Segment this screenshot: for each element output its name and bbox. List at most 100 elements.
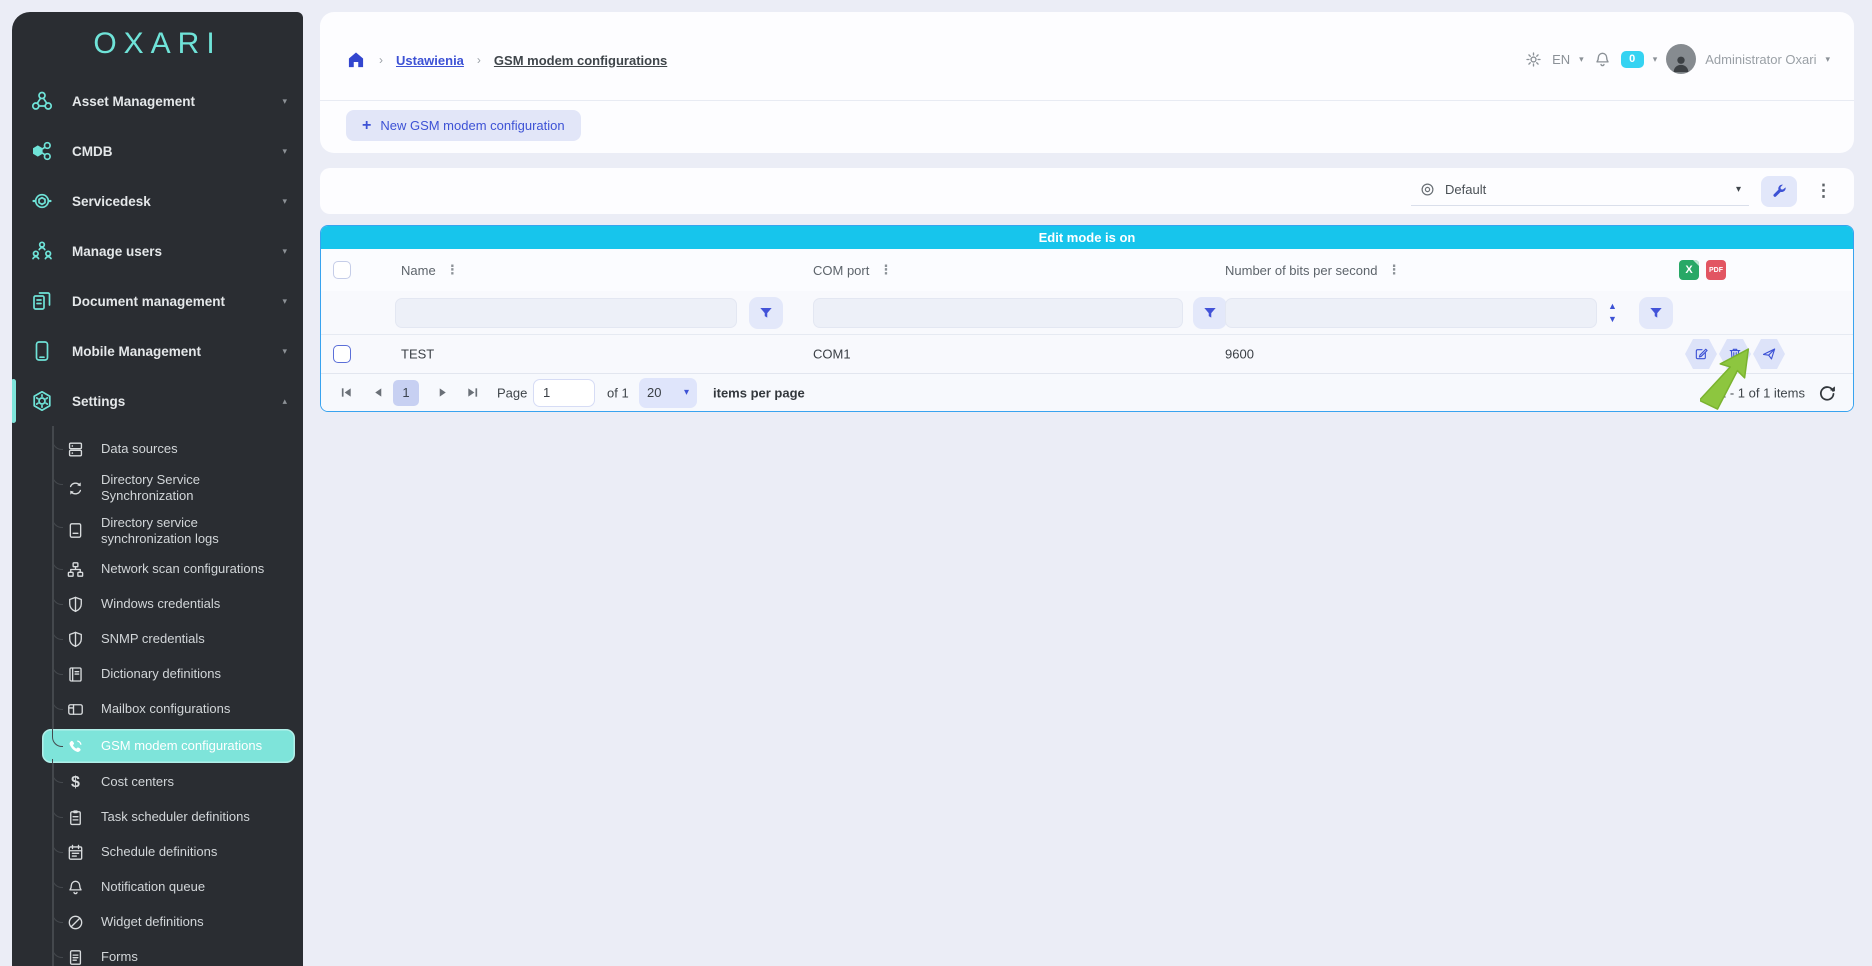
sidebar-item-label: Dictionary definitions <box>101 666 221 682</box>
documents-icon <box>30 289 54 313</box>
sidebar-item-gsm-modem-configurations[interactable]: GSM modem configurations <box>42 729 295 763</box>
column-menu-icon[interactable]: ⋮ <box>1387 262 1400 278</box>
breadcrumb-current[interactable]: GSM modem configurations <box>494 53 667 68</box>
next-page-button[interactable] <box>431 382 453 404</box>
user-avatar[interactable] <box>1666 44 1696 74</box>
sidebar-item-mailbox-configurations[interactable]: Mailbox configurations <box>12 692 303 727</box>
column-menu-icon[interactable]: ⋮ <box>446 262 459 278</box>
sidebar-item-label: Mailbox configurations <box>101 701 230 717</box>
column-header-com-port[interactable]: COM port ⋮ <box>813 262 892 278</box>
grid-settings-wrench-button[interactable] <box>1761 176 1797 207</box>
select-all-checkbox[interactable] <box>333 261 351 279</box>
language-selector[interactable]: EN <box>1552 52 1570 67</box>
table-header-row: Name ⋮ COM port ⋮ Number of bits per sec… <box>321 249 1853 291</box>
last-page-button[interactable] <box>461 382 483 404</box>
view-selector-dropdown[interactable]: Default ▾ <box>1411 176 1749 206</box>
funnel-icon <box>758 305 774 321</box>
sidebar-item-document-management[interactable]: Document management▾ <box>12 276 303 326</box>
chevron-down-icon: ▾ <box>282 246 287 257</box>
sidebar-item-mobile-management[interactable]: Mobile Management▾ <box>12 326 303 376</box>
items-range-label: 1 - 1 of 1 items <box>1719 385 1805 400</box>
name-filter-funnel-button[interactable] <box>749 297 783 329</box>
document-icon <box>66 521 85 540</box>
bell-icon <box>66 878 85 897</box>
column-header-bits-per-second[interactable]: Number of bits per second ⋮ <box>1225 262 1400 278</box>
chevron-down-icon[interactable]: ▾ <box>1579 54 1584 65</box>
stepper-down-icon[interactable]: ▼ <box>1607 314 1618 325</box>
toolbar-more-options-button[interactable]: ⋮ <box>1809 179 1838 203</box>
sidebar-item-label: Task scheduler definitions <box>101 809 250 825</box>
active-section-indicator <box>12 379 16 423</box>
submenu-connector <box>52 723 63 747</box>
export-excel-icon[interactable]: X <box>1679 260 1699 280</box>
user-name[interactable]: Administrator Oxari <box>1705 52 1816 67</box>
chevron-down-icon: ▾ <box>684 387 689 398</box>
sidebar-item-asset-management[interactable]: Asset Management▾ <box>12 76 303 126</box>
submenu-connector <box>52 616 63 640</box>
new-button-label: New GSM modem configuration <box>380 118 564 133</box>
home-icon[interactable] <box>346 50 366 70</box>
settings-gear-icon[interactable] <box>1524 50 1543 69</box>
sidebar-item-manage-users[interactable]: Manage users▾ <box>12 226 303 276</box>
row-send-test-button[interactable] <box>1753 339 1785 369</box>
column-menu-icon[interactable]: ⋮ <box>879 262 892 278</box>
submenu-connector <box>52 581 63 605</box>
stepper-up-icon[interactable]: ▲ <box>1607 301 1618 312</box>
chevron-up-icon: ▴ <box>282 396 287 407</box>
header-divider <box>320 100 1854 101</box>
page-size-select[interactable]: 20 ▾ <box>639 378 697 408</box>
com-port-filter-funnel-button[interactable] <box>1193 297 1227 329</box>
book-icon <box>66 665 85 684</box>
view-selector-value: Default <box>1445 182 1486 197</box>
sidebar-item-label: Data sources <box>101 441 178 457</box>
notifications-bell-icon[interactable] <box>1593 50 1612 69</box>
breadcrumb-link-ustawienia[interactable]: Ustawienia <box>396 53 464 68</box>
sidebar: OXARI Asset Management▾CMDB▾Servicedesk▾… <box>12 12 303 966</box>
new-gsm-modem-configuration-button[interactable]: + New GSM modem configuration <box>346 110 581 141</box>
sidebar-item-label: Directory service synchronization logs <box>101 515 291 548</box>
sidebar-item-settings[interactable]: Settings ▴ <box>12 376 303 426</box>
table-row[interactable]: TEST COM1 9600 <box>321 335 1853 373</box>
clipboard-icon <box>66 808 85 827</box>
notification-count-badge[interactable]: 0 <box>1621 51 1644 68</box>
previous-page-button[interactable] <box>367 382 389 404</box>
export-pdf-icon[interactable]: PDF <box>1706 260 1726 280</box>
chevron-down-icon[interactable]: ▾ <box>1825 54 1830 65</box>
funnel-icon <box>1202 305 1218 321</box>
submenu-connector <box>52 546 63 570</box>
cmdb-icon <box>30 139 54 163</box>
row-delete-button[interactable] <box>1719 339 1751 369</box>
database-icon <box>66 440 85 459</box>
first-page-button[interactable] <box>335 382 357 404</box>
chevron-down-icon: ▾ <box>282 346 287 357</box>
table-filter-row: ▲ ▼ <box>321 291 1853 335</box>
sidebar-item-servicedesk[interactable]: Servicedesk▾ <box>12 176 303 226</box>
settings-submenu: Data sourcesDirectory Service Synchroniz… <box>12 426 303 966</box>
phone-icon <box>66 737 85 756</box>
submenu-connector <box>52 864 63 888</box>
sidebar-item-label: Widget definitions <box>101 914 204 930</box>
sync-icon <box>66 479 85 498</box>
column-header-name[interactable]: Name ⋮ <box>401 262 459 278</box>
sidebar-item-label: Schedule definitions <box>101 844 217 860</box>
sidebar-item-label: CMDB <box>72 144 113 159</box>
servicedesk-icon <box>30 189 54 213</box>
sidebar-item-forms[interactable]: Forms <box>12 940 303 966</box>
bits-filter-input[interactable] <box>1225 298 1597 328</box>
sidebar-item-label: Notification queue <box>101 879 205 895</box>
current-page-button[interactable]: 1 <box>393 380 419 406</box>
submenu-connector <box>52 504 63 528</box>
sidebar-item-label: Windows credentials <box>101 596 220 612</box>
row-checkbox[interactable] <box>333 345 351 363</box>
name-filter-input[interactable] <box>395 298 737 328</box>
sidebar-item-label: Cost centers <box>101 774 174 790</box>
sidebar-item-cmdb[interactable]: CMDB▾ <box>12 126 303 176</box>
sidebar-main-nav: Asset Management▾CMDB▾Servicedesk▾Manage… <box>12 76 303 376</box>
page-number-input[interactable] <box>533 379 595 407</box>
items-per-page-label: items per page <box>713 385 805 400</box>
refresh-icon[interactable] <box>1817 383 1837 403</box>
row-edit-button[interactable] <box>1685 339 1717 369</box>
com-port-filter-input[interactable] <box>813 298 1183 328</box>
chevron-down-icon[interactable]: ▾ <box>1653 54 1658 65</box>
bits-filter-funnel-button[interactable] <box>1639 297 1673 329</box>
